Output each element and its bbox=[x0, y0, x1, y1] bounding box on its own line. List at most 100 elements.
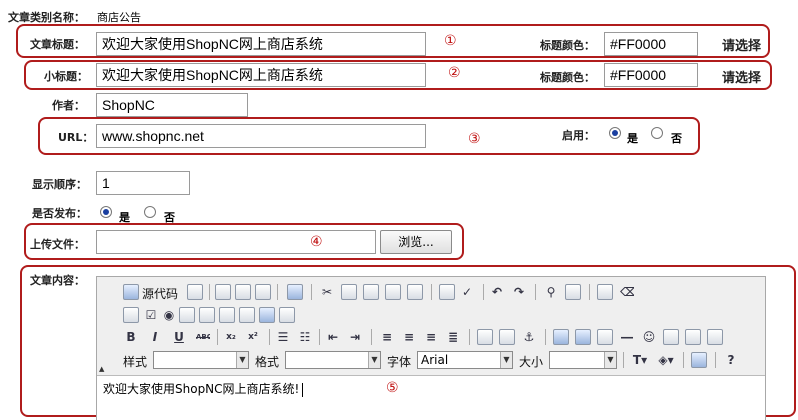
title-color-pick-button[interactable]: 请选择 bbox=[722, 35, 761, 54]
text-color-icon[interactable]: T▾ bbox=[629, 352, 651, 368]
subtitle-color-label: 标题颜色： bbox=[540, 71, 595, 84]
button-field-icon[interactable] bbox=[239, 307, 255, 323]
paste-icon[interactable] bbox=[363, 284, 379, 300]
format-select[interactable]: ▼ bbox=[285, 351, 381, 369]
fullscreen-icon[interactable] bbox=[691, 352, 707, 368]
upload-file-input[interactable] bbox=[96, 230, 376, 254]
align-left-icon[interactable]: ≡ bbox=[379, 329, 395, 345]
textfield-icon[interactable] bbox=[179, 307, 195, 323]
hidden-field-icon[interactable] bbox=[279, 307, 295, 323]
table-icon[interactable] bbox=[597, 329, 613, 345]
source-button-label[interactable]: 源代码 bbox=[142, 285, 178, 302]
subtitle-input[interactable]: 欢迎大家使用ShopNC网上商店系统 bbox=[96, 63, 426, 87]
editor-toolbar-row-2: ☑ ◉ bbox=[103, 305, 763, 325]
author-input[interactable]: ShopNC bbox=[96, 93, 248, 117]
marker-2: ② bbox=[448, 65, 461, 81]
find-icon[interactable]: ⚲ bbox=[543, 284, 559, 300]
page-break-icon[interactable] bbox=[685, 329, 701, 345]
category-value: 商店公告 bbox=[97, 11, 141, 24]
undo-icon[interactable]: ↶ bbox=[489, 284, 505, 300]
upload-label: 上传文件： bbox=[30, 238, 85, 251]
font-select[interactable]: Arial ▼ bbox=[417, 351, 513, 369]
image-button-icon[interactable] bbox=[259, 307, 275, 323]
toolbar-collapse-icon[interactable]: ▲ bbox=[99, 365, 104, 373]
strike-icon[interactable]: ABC bbox=[195, 329, 211, 345]
preview-icon[interactable] bbox=[255, 284, 271, 300]
print-icon[interactable] bbox=[439, 284, 455, 300]
document-icon[interactable] bbox=[287, 284, 303, 300]
cut-icon[interactable]: ✂ bbox=[319, 284, 335, 300]
title-label: 文章标题： bbox=[30, 38, 85, 51]
url-enable-no-radio[interactable] bbox=[651, 127, 663, 139]
select-all-icon[interactable] bbox=[597, 284, 613, 300]
redo-icon[interactable]: ↷ bbox=[511, 284, 527, 300]
horizontal-rule-icon[interactable]: ― bbox=[619, 329, 635, 345]
save-icon[interactable] bbox=[215, 284, 231, 300]
textarea-icon[interactable] bbox=[199, 307, 215, 323]
unordered-list-icon[interactable]: ☷ bbox=[297, 329, 313, 345]
about-icon[interactable]: ? bbox=[723, 352, 739, 368]
publish-yes-radio[interactable] bbox=[100, 206, 112, 218]
form-icon[interactable] bbox=[123, 307, 139, 323]
new-page-icon[interactable] bbox=[235, 284, 251, 300]
publish-no-radio[interactable] bbox=[144, 206, 156, 218]
size-label: 大小 bbox=[519, 355, 544, 369]
author-label: 作者： bbox=[52, 99, 85, 112]
marker-3: ③ bbox=[468, 131, 481, 147]
align-justify-icon[interactable]: ≣ bbox=[445, 329, 461, 345]
marker-tool-icon[interactable] bbox=[707, 329, 723, 345]
content-label: 文章内容： bbox=[30, 274, 85, 287]
editor-content-area[interactable]: 欢迎大家使用ShopNC网上商店系统! bbox=[97, 375, 765, 420]
replace-icon[interactable] bbox=[565, 284, 581, 300]
unlink-icon[interactable] bbox=[499, 329, 515, 345]
format-label: 格式 bbox=[255, 355, 280, 369]
editor-body-text: 欢迎大家使用ShopNC网上商店系统! bbox=[103, 382, 300, 396]
outdent-icon[interactable]: ⇤ bbox=[325, 329, 341, 345]
order-label: 显示顺序： bbox=[32, 178, 87, 191]
image-icon[interactable] bbox=[553, 329, 569, 345]
bold-icon[interactable]: B bbox=[123, 329, 139, 345]
font-select-value: Arial bbox=[421, 353, 449, 367]
superscript-icon[interactable]: x² bbox=[245, 329, 261, 345]
checkbox-icon[interactable]: ☑ bbox=[143, 307, 159, 323]
font-label: 字体 bbox=[387, 355, 412, 369]
underline-icon[interactable]: U bbox=[171, 329, 187, 345]
flash-icon[interactable] bbox=[575, 329, 591, 345]
url-enable-label: 启用： bbox=[562, 129, 595, 142]
spellcheck-icon[interactable]: ✓ bbox=[459, 284, 475, 300]
browse-button[interactable]: 浏览... bbox=[380, 230, 452, 254]
align-center-icon[interactable]: ≡ bbox=[401, 329, 417, 345]
select-field-icon[interactable] bbox=[219, 307, 235, 323]
paste-word-icon[interactable] bbox=[407, 284, 423, 300]
source-icon[interactable] bbox=[123, 284, 139, 300]
italic-icon[interactable]: I bbox=[147, 329, 163, 345]
remove-format-icon[interactable]: ⌫ bbox=[619, 284, 635, 300]
editor-toolbar-row-4: 样式 ▼ 格式 ▼ 字体 Arial ▼ 大小 ▼ T▾ ◈▾ ? bbox=[103, 350, 763, 370]
subscript-icon[interactable]: x₂ bbox=[223, 329, 239, 345]
order-input[interactable]: 1 bbox=[96, 171, 190, 195]
subtitle-label: 小标题： bbox=[44, 70, 88, 83]
subtitle-color-input[interactable]: #FF0000 bbox=[604, 63, 698, 87]
templates-icon[interactable] bbox=[187, 284, 203, 300]
smiley-icon[interactable]: ☺ bbox=[641, 329, 657, 345]
ordered-list-icon[interactable]: ☰ bbox=[275, 329, 291, 345]
title-input[interactable]: 欢迎大家使用ShopNC网上商店系统 bbox=[96, 32, 426, 56]
style-select[interactable]: ▼ bbox=[153, 351, 249, 369]
indent-icon[interactable]: ⇥ bbox=[347, 329, 363, 345]
subtitle-color-pick-button[interactable]: 请选择 bbox=[722, 67, 761, 86]
title-color-input[interactable]: #FF0000 bbox=[604, 32, 698, 56]
link-icon[interactable] bbox=[477, 329, 493, 345]
align-right-icon[interactable]: ≡ bbox=[423, 329, 439, 345]
paste-text-icon[interactable] bbox=[385, 284, 401, 300]
category-label: 文章类别名称： bbox=[8, 11, 85, 24]
special-char-icon[interactable] bbox=[663, 329, 679, 345]
url-enable-yes-label: 是 bbox=[627, 132, 638, 145]
radio-icon[interactable]: ◉ bbox=[161, 307, 177, 323]
anchor-icon[interactable]: ⚓ bbox=[521, 329, 537, 345]
style-label: 样式 bbox=[123, 355, 148, 369]
bg-color-icon[interactable]: ◈▾ bbox=[655, 352, 677, 368]
size-select[interactable]: ▼ bbox=[549, 351, 617, 369]
url-enable-yes-radio[interactable] bbox=[609, 127, 621, 139]
copy-icon[interactable] bbox=[341, 284, 357, 300]
url-input[interactable]: www.shopnc.net bbox=[96, 124, 426, 148]
